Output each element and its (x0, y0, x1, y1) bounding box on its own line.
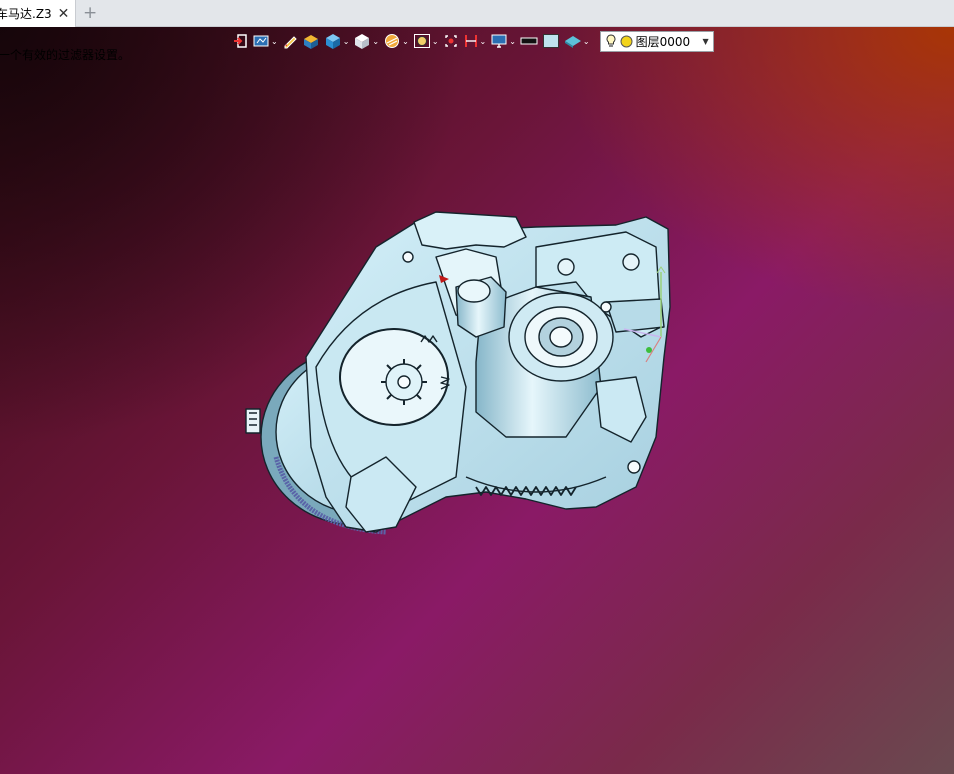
exit-icon (234, 34, 247, 48)
3d-viewport[interactable]: 一个有效的过滤器设置。 ⌄ ⌄ ⌄ ⌄ ⌄ ⌄ ⌄ ⌄ 图层0000 ▼ (0, 27, 954, 774)
chevron-down-icon[interactable]: ⌄ (583, 37, 590, 46)
pencil-button[interactable] (282, 31, 298, 51)
tab-bar: 车马达.Z3 ✕ + (0, 0, 954, 27)
chevron-down-icon[interactable]: ⌄ (480, 37, 487, 46)
solid-shade-button[interactable] (302, 31, 320, 51)
zoom-fit-icon (413, 34, 430, 48)
layer-name: 图层0000 (635, 34, 691, 49)
zoom-fit-button[interactable]: ⌄ (413, 31, 439, 51)
display-button[interactable]: ⌄ (490, 31, 516, 51)
status-message: 一个有效的过滤器设置。 (0, 48, 131, 62)
exit-button[interactable] (232, 31, 248, 51)
chevron-down-icon[interactable]: ⌄ (271, 37, 278, 46)
cube-blue-button[interactable]: ⌄ (324, 31, 350, 51)
section-button[interactable]: ⌄ (383, 31, 409, 51)
chevron-down-icon[interactable]: ⌄ (343, 37, 350, 46)
shape-icon (564, 36, 581, 48)
color-black-icon (520, 37, 538, 45)
snap-icon (444, 35, 457, 47)
sketch-view-button[interactable]: ⌄ (252, 31, 278, 51)
section-icon (385, 34, 400, 48)
view-toolbar: ⌄ ⌄ ⌄ ⌄ ⌄ ⌄ ⌄ ⌄ 图层0000 ▼ (232, 30, 714, 52)
measure-button[interactable]: ⌄ (463, 31, 487, 51)
layer-dropdown[interactable]: 图层0000 ▼ (599, 30, 714, 52)
shape-button[interactable]: ⌄ (564, 31, 590, 51)
tab-title: 车马达.Z3 (0, 7, 52, 21)
display-icon (491, 34, 507, 48)
lightbulb-icon[interactable] (605, 34, 617, 48)
sketch-view-icon (253, 35, 269, 47)
close-icon[interactable]: ✕ (58, 7, 70, 21)
snap-button[interactable] (443, 31, 459, 51)
chevron-down-icon[interactable]: ⌄ (402, 37, 409, 46)
color-light-icon (542, 34, 559, 48)
chevron-down-icon[interactable]: ⌄ (432, 37, 439, 46)
layer-color-icon (620, 35, 633, 47)
gear-motor-model[interactable] (236, 187, 686, 547)
chevron-down-icon[interactable]: ⌄ (372, 37, 379, 46)
pencil-icon (284, 36, 297, 49)
document-tab[interactable]: 车马达.Z3 ✕ (0, 0, 76, 27)
dropdown-arrow-icon[interactable]: ▼ (702, 37, 708, 46)
color-black-button[interactable] (520, 31, 538, 51)
cube-white-icon (355, 34, 370, 49)
chevron-down-icon[interactable]: ⌄ (509, 37, 516, 46)
measure-icon (464, 35, 477, 47)
new-tab-icon[interactable]: + (83, 3, 97, 23)
cube-white-button[interactable]: ⌄ (353, 31, 379, 51)
motor-housing (245, 211, 671, 535)
solid-shade-icon (303, 35, 318, 49)
cube-blue-icon (325, 34, 340, 49)
color-light-button[interactable] (542, 31, 560, 51)
